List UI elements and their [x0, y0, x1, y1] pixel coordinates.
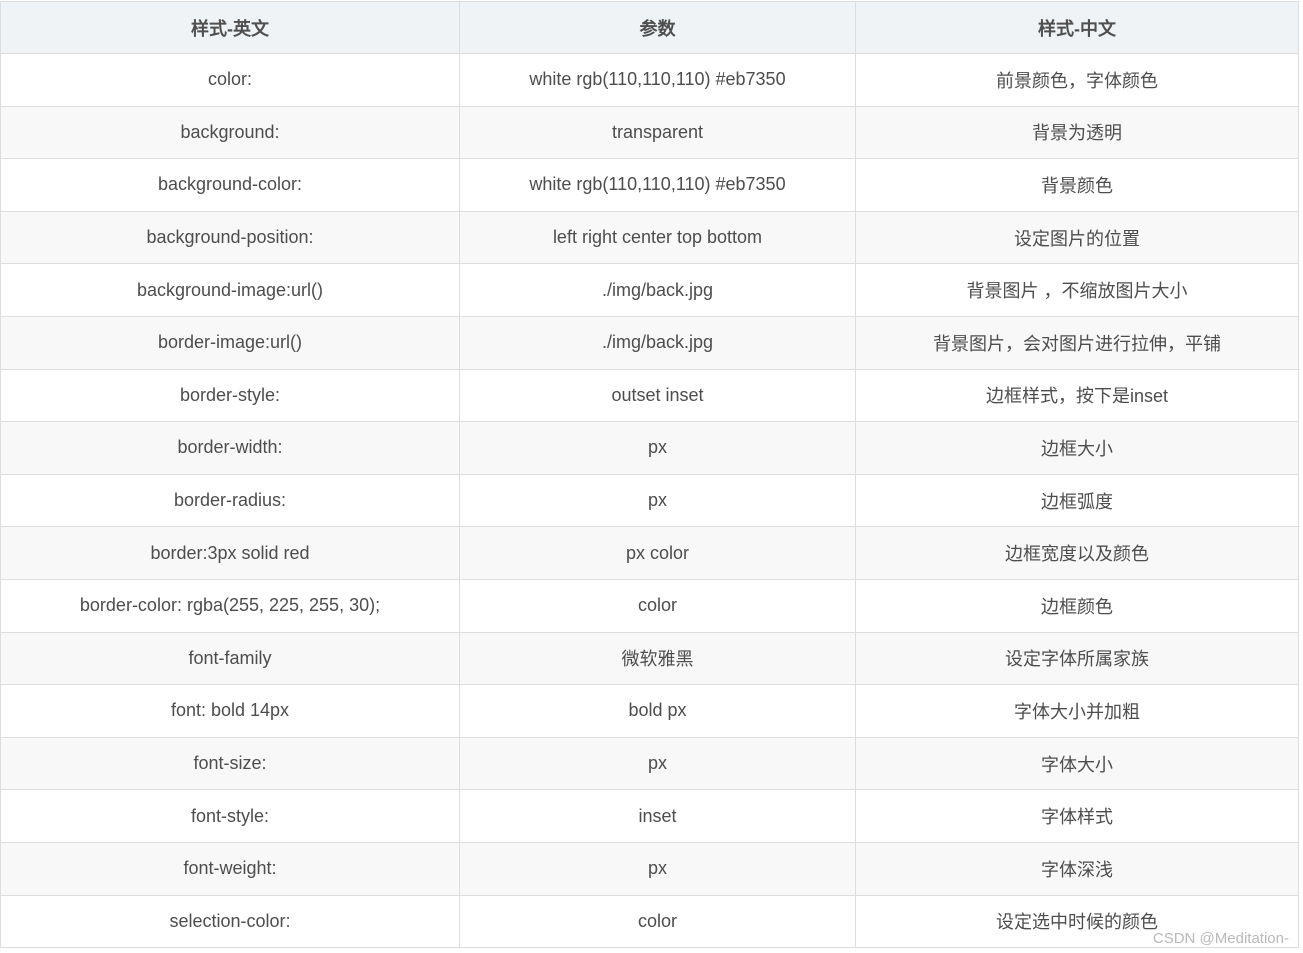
- cell-params: outset inset: [459, 368, 856, 423]
- cell-style-cn: 背景为透明: [855, 105, 1299, 160]
- cell-params: bold px: [459, 684, 856, 738]
- cell-style-cn: 设定字体所属家族: [855, 631, 1299, 686]
- cell-params: 微软雅黑: [459, 631, 856, 686]
- cell-params: transparent: [459, 105, 856, 160]
- header-style-en: 样式-英文: [0, 1, 460, 54]
- cell-params: left right center top bottom: [459, 210, 856, 265]
- table-row: background-position: left right center t…: [0, 210, 1299, 265]
- cell-style-en: border:3px solid red: [0, 526, 460, 580]
- cell-style-cn: 边框弧度: [855, 473, 1299, 528]
- cell-style-en: background:: [0, 105, 460, 160]
- table-row: font: bold 14px bold px 字体大小并加粗: [0, 684, 1299, 738]
- table-row: background: transparent 背景为透明: [0, 105, 1299, 160]
- cell-style-en: background-image:url(): [0, 263, 460, 317]
- cell-params: px: [459, 841, 856, 896]
- cell-style-cn: 背景图片 ，不缩放图片大小: [855, 263, 1299, 317]
- table-row: border-radius: px 边框弧度: [0, 473, 1299, 528]
- table-row: font-size: px 字体大小: [0, 736, 1299, 791]
- cell-style-cn: 边框样式，按下是inset: [855, 368, 1299, 423]
- header-params: 参数: [459, 1, 856, 54]
- cell-style-cn: 边框大小: [855, 421, 1299, 475]
- table-row: background-color: white rgb(110,110,110)…: [0, 158, 1299, 212]
- cell-params: ./img/back.jpg: [459, 315, 856, 370]
- table-row: border-image:url() ./img/back.jpg 背景图片，会…: [0, 315, 1299, 370]
- table-row: border-width: px 边框大小: [0, 421, 1299, 475]
- cell-style-en: font: bold 14px: [0, 684, 460, 738]
- cell-style-en: font-style:: [0, 789, 460, 843]
- csdn-watermark: CSDN @Meditation-: [1152, 930, 1289, 947]
- table-row: font-style: inset 字体样式: [0, 789, 1299, 843]
- cell-style-cn: 设定图片的位置: [855, 210, 1299, 265]
- cell-style-cn: 背景颜色: [855, 158, 1299, 212]
- cell-style-en: background-color:: [0, 158, 460, 212]
- cell-style-en: color:: [0, 53, 460, 107]
- table-row: border-color: rgba(255, 225, 255, 30); c…: [0, 578, 1299, 633]
- cell-style-cn: 背景图片，会对图片进行拉伸，平铺: [855, 315, 1299, 370]
- cell-style-cn: 边框颜色: [855, 578, 1299, 633]
- table-header: 样式-英文 参数 样式-中文: [0, 1, 1299, 54]
- cell-style-cn: 字体大小: [855, 736, 1299, 791]
- cell-params: px color: [459, 526, 856, 580]
- cell-style-en: border-color: rgba(255, 225, 255, 30);: [0, 578, 460, 633]
- cell-style-en: border-width:: [0, 421, 460, 475]
- cell-style-cn: 字体样式: [855, 789, 1299, 843]
- table-row: font-family 微软雅黑 设定字体所属家族: [0, 631, 1299, 686]
- table-row: selection-color: color 设定选中时候的颜色: [0, 894, 1299, 949]
- table-row: font-weight: px 字体深浅: [0, 841, 1299, 896]
- table-row: background-image:url() ./img/back.jpg 背景…: [0, 263, 1299, 317]
- cell-params: color: [459, 578, 856, 633]
- cell-params: white rgb(110,110,110) #eb7350: [459, 158, 856, 212]
- cell-style-en: background-position:: [0, 210, 460, 265]
- cell-style-cn: 边框宽度以及颜色: [855, 526, 1299, 580]
- cell-style-en: border-image:url(): [0, 315, 460, 370]
- cell-params: px: [459, 421, 856, 475]
- table-row: border:3px solid red px color 边框宽度以及颜色: [0, 526, 1299, 580]
- cell-style-cn: 字体大小并加粗: [855, 684, 1299, 738]
- cell-style-en: font-family: [0, 631, 460, 686]
- cell-style-en: border-style:: [0, 368, 460, 423]
- cell-params: ./img/back.jpg: [459, 263, 856, 317]
- cell-style-en: border-radius:: [0, 473, 460, 528]
- cell-params: white rgb(110,110,110) #eb7350: [459, 53, 856, 107]
- table-row: border-style: outset inset 边框样式，按下是inset: [0, 368, 1299, 423]
- cell-style-en: selection-color:: [0, 894, 460, 949]
- css-style-table: 样式-英文 参数 样式-中文 color: white rgb(110,110,…: [0, 1, 1299, 949]
- cell-style-cn: 字体深浅: [855, 841, 1299, 896]
- cell-params: px: [459, 736, 856, 791]
- table-row: color: white rgb(110,110,110) #eb7350 前景…: [0, 53, 1299, 107]
- table-body: color: white rgb(110,110,110) #eb7350 前景…: [0, 53, 1299, 949]
- cell-style-en: font-weight:: [0, 841, 460, 896]
- cell-style-en: font-size:: [0, 736, 460, 791]
- header-style-cn: 样式-中文: [855, 1, 1299, 54]
- cell-params: inset: [459, 789, 856, 843]
- cell-params: px: [459, 473, 856, 528]
- cell-style-cn: 前景颜色，字体颜色: [855, 53, 1299, 107]
- cell-params: color: [459, 894, 856, 949]
- header-row: 样式-英文 参数 样式-中文: [0, 1, 1299, 54]
